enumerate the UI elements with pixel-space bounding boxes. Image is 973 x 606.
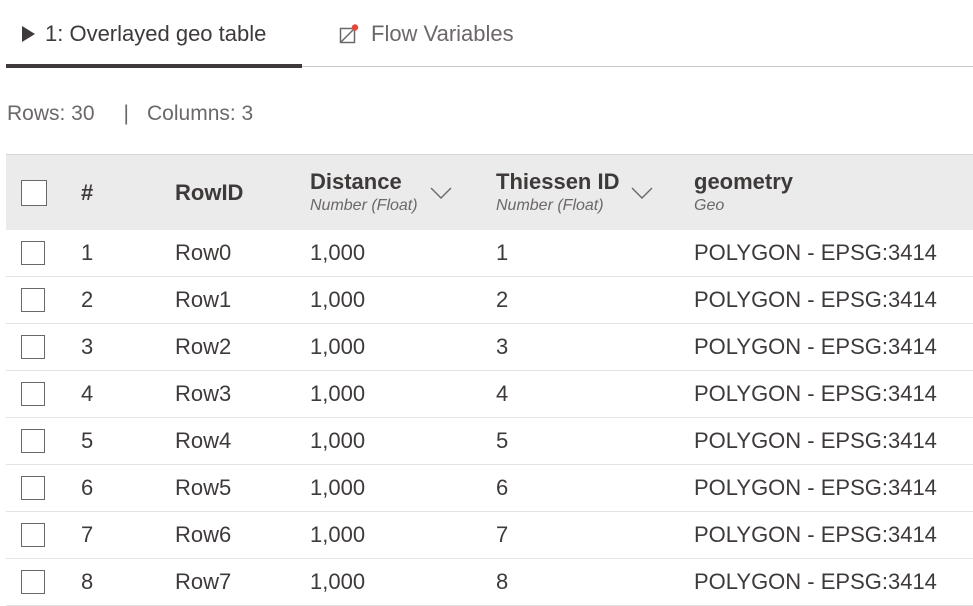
table-row[interactable]: 7 Row6 1,000 7 POLYGON - EPSG:3414 bbox=[6, 512, 973, 559]
row-number: 2 bbox=[81, 287, 94, 312]
thiessen-id-value: 6 bbox=[496, 475, 509, 500]
row-number: 5 bbox=[81, 428, 94, 453]
geometry-value: POLYGON - EPSG:3414 bbox=[694, 381, 937, 406]
table-row[interactable]: 4 Row3 1,000 4 POLYGON - EPSG:3414 bbox=[6, 371, 973, 418]
geometry-value: POLYGON - EPSG:3414 bbox=[694, 240, 937, 265]
header-geometry-label: geometry bbox=[694, 169, 794, 195]
tab-label: Flow Variables bbox=[371, 20, 514, 46]
row-checkbox[interactable] bbox=[21, 523, 45, 547]
row-checkbox[interactable] bbox=[21, 241, 45, 265]
thiessen-id-value: 8 bbox=[496, 569, 509, 594]
thiessen-id-value: 3 bbox=[496, 334, 509, 359]
row-number: 6 bbox=[81, 475, 94, 500]
geometry-value: POLYGON - EPSG:3414 bbox=[694, 287, 937, 312]
row-checkbox[interactable] bbox=[21, 382, 45, 406]
row-id: Row5 bbox=[175, 475, 232, 500]
tab-label: 1: Overlayed geo table bbox=[45, 20, 267, 46]
row-number: 7 bbox=[81, 522, 94, 547]
header-distance-type: Number (Float) bbox=[310, 197, 418, 215]
rows-count: Rows: 30 bbox=[7, 102, 95, 125]
row-id: Row4 bbox=[175, 428, 232, 453]
geometry-value: POLYGON - EPSG:3414 bbox=[694, 569, 937, 594]
header-thiessen-id[interactable]: Thiessen ID Number (Float) bbox=[496, 155, 653, 230]
row-checkbox[interactable] bbox=[21, 570, 45, 594]
row-id: Row3 bbox=[175, 381, 232, 406]
table-row[interactable]: 6 Row5 1,000 6 POLYGON - EPSG:3414 bbox=[6, 465, 973, 512]
select-all-cell bbox=[21, 155, 47, 230]
header-rowid: RowID bbox=[175, 155, 243, 230]
geometry-value: POLYGON - EPSG:3414 bbox=[694, 522, 937, 547]
row-checkbox[interactable] bbox=[21, 335, 45, 359]
thiessen-id-value: 5 bbox=[496, 428, 509, 453]
row-number: 3 bbox=[81, 334, 94, 359]
header-geometry-type: Geo bbox=[694, 197, 725, 215]
header-thiessen-label: Thiessen ID bbox=[496, 169, 620, 195]
tab-bar: 1: Overlayed geo table Flow Variables bbox=[6, 0, 973, 68]
row-id: Row7 bbox=[175, 569, 232, 594]
row-id: Row0 bbox=[175, 240, 232, 265]
distance-value: 1,000 bbox=[310, 569, 366, 594]
header-number-label: # bbox=[81, 179, 94, 205]
table-row[interactable]: 8 Row7 1,000 8 POLYGON - EPSG:3414 bbox=[6, 559, 973, 606]
row-number: 8 bbox=[81, 569, 94, 594]
geometry-value: POLYGON - EPSG:3414 bbox=[694, 334, 937, 359]
distance-value: 1,000 bbox=[310, 522, 366, 547]
header-thiessen-type: Number (Float) bbox=[496, 197, 604, 215]
geometry-value: POLYGON - EPSG:3414 bbox=[694, 475, 937, 500]
chevron-down-icon[interactable] bbox=[430, 186, 452, 200]
table-stats: Rows: 30 | Columns: 3 bbox=[7, 102, 253, 126]
thiessen-id-value: 4 bbox=[496, 381, 509, 406]
row-id: Row2 bbox=[175, 334, 232, 359]
row-checkbox[interactable] bbox=[21, 476, 45, 500]
table-row[interactable]: 1 Row0 1,000 1 POLYGON - EPSG:3414 bbox=[6, 230, 973, 277]
header-row-number: # bbox=[81, 155, 93, 230]
select-all-checkbox[interactable] bbox=[21, 179, 47, 206]
play-icon bbox=[22, 26, 35, 42]
chevron-down-icon[interactable] bbox=[631, 186, 653, 200]
distance-value: 1,000 bbox=[310, 428, 366, 453]
tab-flow-variables[interactable]: Flow Variables bbox=[339, 0, 514, 67]
thiessen-id-value: 2 bbox=[496, 287, 509, 312]
table-header: # RowID Distance Number (Float) Thiessen… bbox=[6, 154, 973, 230]
thiessen-id-value: 1 bbox=[496, 240, 509, 265]
distance-value: 1,000 bbox=[310, 475, 366, 500]
row-number: 4 bbox=[81, 381, 94, 406]
distance-value: 1,000 bbox=[310, 334, 366, 359]
distance-value: 1,000 bbox=[310, 287, 366, 312]
columns-count: Columns: 3 bbox=[147, 102, 254, 125]
header-distance-label: Distance bbox=[310, 169, 402, 195]
flow-variable-icon bbox=[339, 23, 359, 44]
table-body: 1 Row0 1,000 1 POLYGON - EPSG:3414 2 Row… bbox=[6, 230, 973, 606]
data-table: # RowID Distance Number (Float) Thiessen… bbox=[6, 154, 973, 606]
tab-overlayed-geo-table[interactable]: 1: Overlayed geo table bbox=[6, 0, 302, 68]
header-distance[interactable]: Distance Number (Float) bbox=[310, 155, 452, 230]
row-id: Row1 bbox=[175, 287, 232, 312]
geometry-value: POLYGON - EPSG:3414 bbox=[694, 428, 937, 453]
row-number: 1 bbox=[81, 240, 94, 265]
table-row[interactable]: 5 Row4 1,000 5 POLYGON - EPSG:3414 bbox=[6, 418, 973, 465]
row-checkbox[interactable] bbox=[21, 429, 45, 453]
header-rowid-label: RowID bbox=[175, 179, 244, 205]
table-row[interactable]: 2 Row1 1,000 2 POLYGON - EPSG:3414 bbox=[6, 277, 973, 324]
header-geometry[interactable]: geometry Geo bbox=[694, 155, 793, 230]
stats-separator: | bbox=[123, 102, 130, 125]
table-row[interactable]: 3 Row2 1,000 3 POLYGON - EPSG:3414 bbox=[6, 324, 973, 371]
distance-value: 1,000 bbox=[310, 381, 366, 406]
thiessen-id-value: 7 bbox=[496, 522, 509, 547]
distance-value: 1,000 bbox=[310, 240, 366, 265]
row-id: Row6 bbox=[175, 522, 232, 547]
row-checkbox[interactable] bbox=[21, 288, 45, 312]
